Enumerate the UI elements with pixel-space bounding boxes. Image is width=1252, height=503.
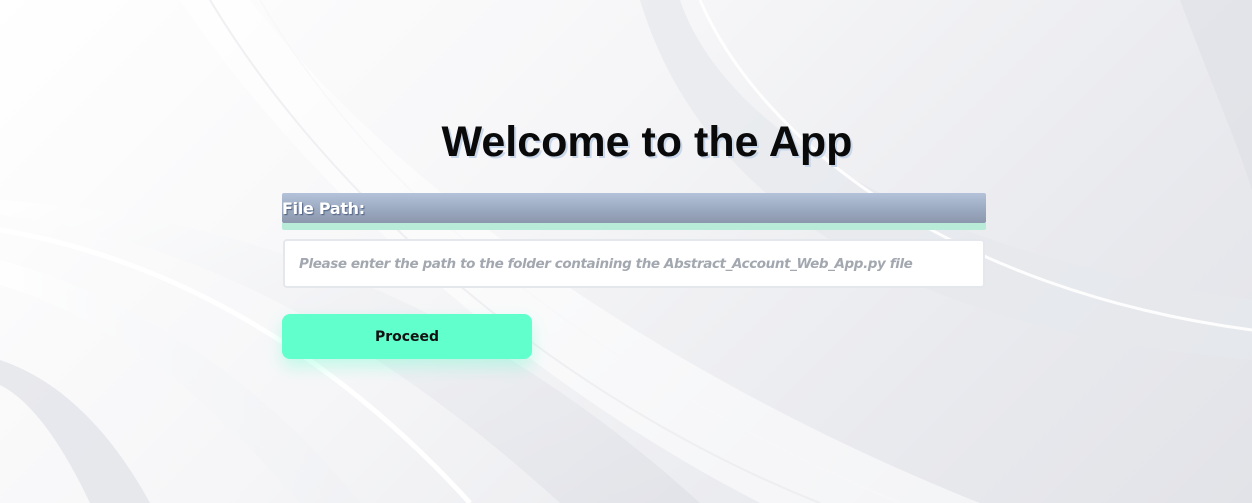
- file-path-label: File Path:: [282, 199, 365, 218]
- main-content: Welcome to the App File Path: Proceed: [0, 0, 1252, 503]
- proceed-button[interactable]: Proceed: [282, 314, 532, 359]
- page-title: Welcome to the App: [441, 118, 853, 166]
- label-accent-strip: [282, 223, 986, 230]
- file-path-label-bar: File Path:: [282, 193, 986, 223]
- file-path-input[interactable]: [283, 239, 985, 288]
